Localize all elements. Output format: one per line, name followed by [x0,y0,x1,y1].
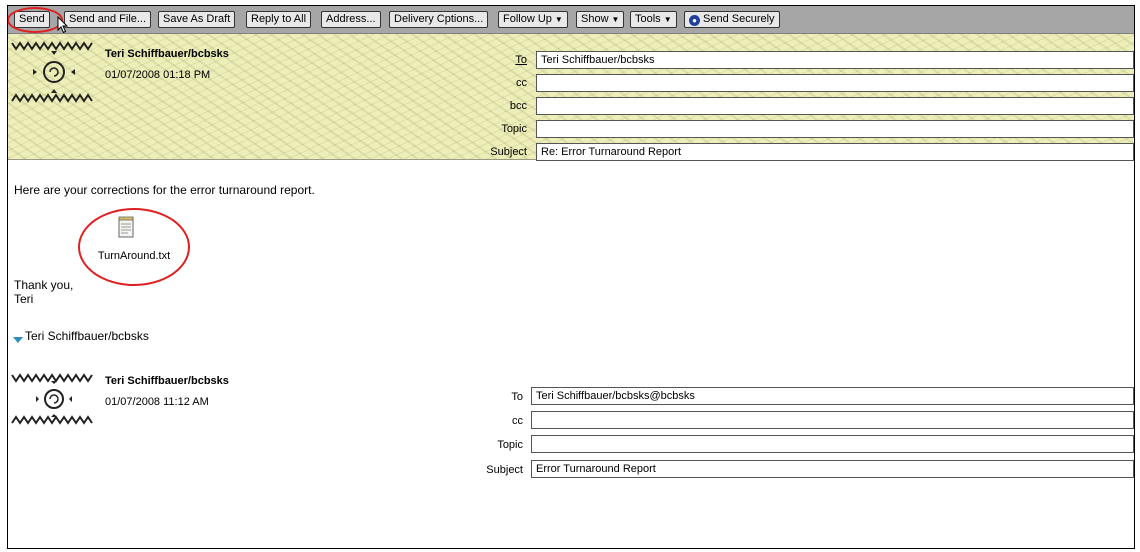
memo-window: Send Send and File... Save As Draft Repl… [7,5,1135,549]
address-label: Address... [326,13,376,25]
subject-field[interactable]: Re: Error Turnaround Report [536,143,1134,161]
text-file-icon[interactable] [118,216,134,238]
send-securely-label: Send Securely [703,13,775,25]
to-field[interactable]: Teri Schiffbauer/bcbsks [536,51,1134,69]
original-topic-field[interactable] [531,435,1134,453]
delivery-options-button[interactable]: Delivery Cptions... [389,11,489,28]
original-topic-label: Topic [497,439,523,451]
cc-label: cc [516,77,527,89]
topic-label: Topic [501,123,527,135]
chevron-down-icon: ▼ [554,15,563,24]
sender-name: Teri Schiffbauer/bcbsks [105,48,229,60]
send-and-file-label: Send and File... [69,13,147,25]
send-securely-button[interactable]: ● Send Securely [684,11,780,28]
address-button[interactable]: Address... [321,11,381,28]
tools-button[interactable]: Tools ▼ [630,11,677,28]
action-bar: Send Send and File... Save As Draft Repl… [8,6,1134,34]
tools-label: Tools [635,13,661,25]
mouse-pointer-icon [57,16,69,34]
topic-field[interactable] [536,120,1134,138]
original-to-label: To [511,391,523,403]
body-intro: Here are your corrections for the error … [14,183,315,197]
original-cc-field[interactable] [531,411,1134,429]
cc-field[interactable] [536,74,1134,92]
original-sent-date: 01/07/2008 11:12 AM [105,396,209,408]
sun-spiral-logo [11,373,93,425]
bcc-label: bcc [509,100,527,112]
expand-twisty-icon[interactable] [13,337,23,343]
to-label[interactable]: To [467,54,527,66]
original-subject-label: Subject [486,464,523,476]
follow-up-label: Follow Up [503,13,552,25]
show-label: Show [581,13,609,25]
sent-date: 01/07/2008 01:18 PM [105,69,211,81]
memo-header: Teri Schiffbauer/bcbsks 01/07/2008 01:18… [8,34,1134,161]
thread-section-title[interactable]: Teri Schiffbauer/bcbsks [25,329,149,343]
chevron-down-icon: ▼ [611,15,620,24]
bcc-field[interactable] [536,97,1134,115]
save-as-draft-button[interactable]: Save As Draft [158,11,236,28]
reply-to-all-label: Reply to All [251,13,307,25]
delivery-options-label: Delivery Cptions... [394,13,484,25]
body-thanks: Thank you, [14,278,74,292]
secure-lock-icon: ● [689,15,700,26]
show-button[interactable]: Show ▼ [576,11,625,28]
reply-to-all-button[interactable]: Reply to All [246,11,312,28]
save-as-draft-label: Save As Draft [163,13,231,25]
attachment-highlight-circle [78,208,190,286]
original-to-field[interactable]: Teri Schiffbauer/bcbsks@bcbsks [531,387,1134,405]
subject-label: Subject [490,146,527,158]
follow-up-button[interactable]: Follow Up ▼ [498,11,568,28]
chevron-down-icon: ▼ [663,15,672,24]
original-sender-name: Teri Schiffbauer/bcbsks [105,375,229,387]
original-cc-label: cc [512,415,523,427]
send-and-file-button[interactable]: Send and File... [64,11,152,28]
body-signature: Teri [14,292,34,306]
original-subject-field[interactable]: Error Turnaround Report [531,460,1134,478]
attachment[interactable]: TurnAround.txt [78,208,190,286]
attachment-filename[interactable]: TurnAround.txt [90,250,178,262]
sun-spiral-logo [11,41,93,103]
send-highlight-circle [8,7,63,33]
